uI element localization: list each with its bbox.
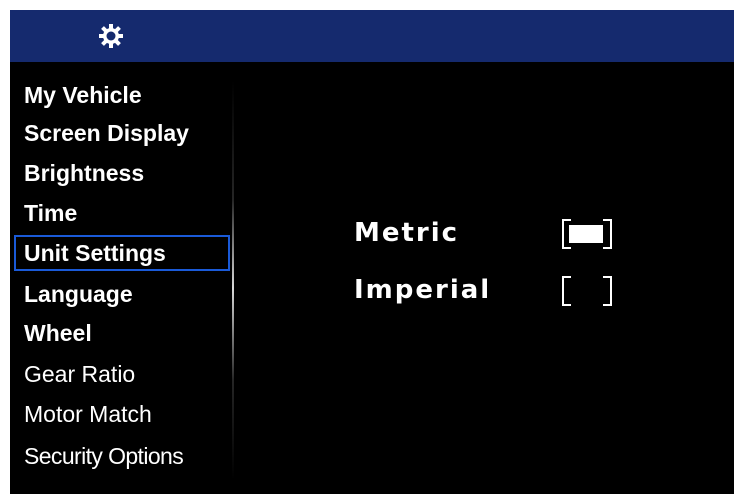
metric-label: Metric [354, 218, 460, 248]
imperial-checkbox[interactable] [562, 276, 612, 306]
menu-item-security-options[interactable]: Security Options [14, 439, 230, 475]
menu-item-brightness[interactable]: Brightness [14, 156, 230, 192]
metric-checked-mark [569, 225, 603, 243]
bracket-right [603, 276, 612, 306]
menu-item-gear-ratio[interactable]: Gear Ratio [14, 357, 230, 393]
settings-menu: My Vehicle Screen Display Brightness Tim… [10, 78, 234, 488]
bracket-left [562, 276, 571, 306]
menu-item-unit-settings[interactable]: Unit Settings [14, 235, 230, 271]
menu-item-motor-match[interactable]: Motor Match [14, 397, 230, 433]
gear-icon [99, 24, 123, 48]
menu-item-my-vehicle[interactable]: My Vehicle [14, 78, 230, 114]
menu-divider [232, 80, 234, 480]
menu-item-wheel[interactable]: Wheel [14, 316, 230, 352]
metric-checkbox[interactable] [562, 219, 612, 249]
menu-item-language[interactable]: Language [14, 277, 230, 313]
header-bar [10, 10, 734, 62]
settings-screen: My Vehicle Screen Display Brightness Tim… [10, 10, 734, 494]
imperial-label: Imperial [354, 275, 492, 305]
bracket-right [603, 219, 612, 249]
menu-item-time[interactable]: Time [14, 196, 230, 232]
menu-item-screen-display[interactable]: Screen Display [14, 116, 230, 152]
